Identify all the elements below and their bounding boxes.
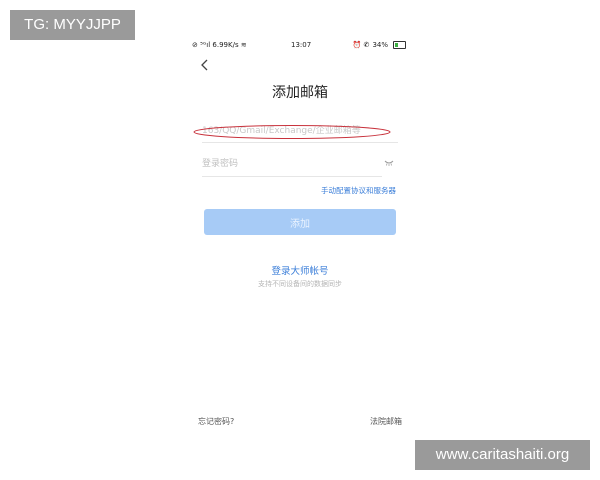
status-time: 13:07 [291,41,312,49]
chevron-left-icon[interactable] [198,58,212,72]
password-input[interactable] [202,152,382,177]
eye-closed-icon[interactable] [384,159,394,167]
page-title: 添加邮箱 [272,85,328,101]
battery-fill [395,43,399,47]
status-bar: ⊘ ⁵ᴳıl 6.99K/s ≋ 13:07 ⏰ ✆ 34% [188,38,412,54]
forgot-password-link[interactable]: 忘记密码? [198,416,234,427]
master-account-link[interactable]: 登录大师帐号 [188,263,412,277]
master-account-subtitle: 支持不同设备间的数据同步 [258,280,342,288]
battery-icon [393,41,406,49]
status-right: ⏰ ✆ 34% [353,41,406,49]
add-button[interactable]: 添加 [204,209,396,235]
alarm-icon: ⏰ ✆ [352,41,370,49]
status-network: ⊘ ⁵ᴳıl 6.99K/s ≋ [192,41,247,49]
watermark-bottom-right: www.caritashaiti.org [415,440,590,470]
red-ellipse-annotation [193,125,391,139]
battery-percent: 34% [372,41,388,49]
manual-config-link[interactable]: 手动配置协议和服务器 [321,185,396,196]
court-mailbox-link[interactable]: 法院邮箱 [370,416,402,427]
watermark-top-left: TG: MYYJJPP [10,10,135,40]
phone-screen: ⊘ ⁵ᴳıl 6.99K/s ≋ 13:07 ⏰ ✆ 34% 添加邮箱 手动配置… [188,38,412,438]
